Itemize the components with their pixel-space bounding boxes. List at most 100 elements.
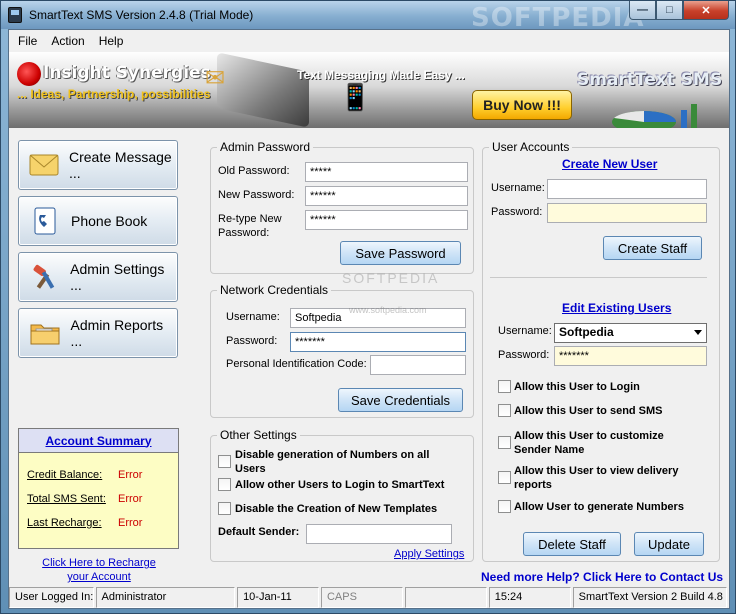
network-password-field[interactable]: ******* [290,332,466,352]
edit-existing-users-link[interactable]: Edit Existing Users [562,301,671,315]
edit-username-label: Username: [498,325,552,337]
minimize-button[interactable]: — [629,1,656,20]
product-name: SmartText SMS [577,70,723,90]
delete-staff-button[interactable]: Delete Staff [523,532,621,556]
new-username-field[interactable] [547,179,707,199]
status-blank [404,587,487,608]
credit-balance-value: Error [118,469,143,481]
disable-templates-checkbox[interactable] [218,502,231,515]
save-credentials-button[interactable]: Save Credentials [338,388,463,412]
create-new-user-link[interactable]: Create New User [562,157,657,171]
dropdown-arrow-icon [694,330,702,335]
status-user: Administrator [95,587,236,608]
allow-other-users-checkbox[interactable] [218,478,231,491]
create-staff-button[interactable]: Create Staff [603,236,702,260]
disable-number-generation-checkbox[interactable] [218,455,231,468]
admin-reports-button[interactable]: Admin Reports ... [18,308,178,358]
folder-reports-icon [29,318,61,348]
company-name: Insight Synergies [43,63,211,83]
mobile-phone-icon: 📱 [339,82,372,112]
total-sms-row: Total SMS Sent: Error [27,493,142,505]
app-window: SmartText SMS Version 2.4.8 (Trial Mode)… [0,0,736,614]
account-summary-panel: Account Summary Credit Balance: Error To… [18,428,179,549]
user-accounts-title: User Accounts [489,140,573,154]
menu-file[interactable]: File [11,34,44,48]
perm-send-sms-checkbox[interactable] [498,404,511,417]
save-password-button[interactable]: Save Password [340,241,461,265]
window-title: SmartText SMS Version 2.4.8 (Trial Mode) [29,8,254,22]
retype-password-field[interactable]: ****** [305,210,468,230]
old-password-field[interactable]: ***** [305,162,468,182]
status-time: 15:24 [488,587,571,608]
user-accounts-group: User Accounts Create New User Username: … [482,140,720,562]
total-sms-label[interactable]: Total SMS Sent: [27,493,118,505]
perm-delivery-reports-checkbox[interactable] [498,471,511,484]
allow-other-users-label: Allow other Users to Login to SmartText [235,479,445,491]
create-message-label: Create Message ... [69,149,172,181]
status-bar: User Logged In: Administrator 10-Jan-11 … [9,587,729,608]
status-version: SmartText Version 2 Build 4.8 [572,587,728,608]
recharge-link-line2[interactable]: your Account [39,570,159,584]
menu-bar: File Action Help [9,30,729,52]
phone-book-label: Phone Book [71,213,148,229]
create-message-button[interactable]: Create Message ... [18,140,178,190]
new-user-password-field[interactable] [547,203,707,223]
new-user-password-label: Password: [491,206,543,218]
status-logged-label: User Logged In: [9,587,94,608]
total-sms-value: Error [118,493,143,505]
old-password-label: Old Password: [218,165,290,177]
edit-username-select[interactable]: Softpedia [554,323,707,343]
last-recharge-row: Last Recharge: Error [27,517,142,529]
other-settings-group: Other Settings Disable generation of Num… [210,428,474,562]
title-bar[interactable]: SmartText SMS Version 2.4.8 (Trial Mode)… [1,1,735,33]
perm-send-sms-label: Allow this User to send SMS [514,405,663,417]
network-credentials-group: Network Credentials Username: Softpedia … [210,283,474,418]
perm-sender-name-checkbox[interactable] [498,436,511,449]
menu-help[interactable]: Help [92,34,131,48]
perm-generate-numbers-checkbox[interactable] [498,500,511,513]
maximize-button[interactable]: □ [656,1,683,20]
envelope-icon [29,150,59,180]
other-settings-title: Other Settings [217,428,300,442]
banner-slogan: Text Messaging Made Easy ... [297,68,465,82]
network-credentials-title: Network Credentials [217,283,332,297]
softpedia-url-watermark: www.softpedia.com [349,305,427,315]
opt1-line1: Disable generation of Numbers on all [235,449,430,461]
perm-login-checkbox[interactable] [498,380,511,393]
last-recharge-label[interactable]: Last Recharge: [27,517,118,529]
perm-sender-name-label: Allow this User to customize Sender Name [514,429,664,457]
edit-password-field[interactable]: ******* [554,346,707,366]
perm4-line2: reports [514,479,552,491]
recharge-account-link[interactable]: Click Here to Recharge your Account [39,556,159,584]
phone-book-button[interactable]: Phone Book [18,196,178,246]
admin-settings-button[interactable]: Admin Settings ... [18,252,178,302]
new-password-field[interactable]: ****** [305,186,468,206]
retype-label-line2: Password: [218,227,270,239]
default-sender-label: Default Sender: [218,526,300,538]
admin-tools-icon [29,262,60,292]
apply-settings-link[interactable]: Apply Settings [394,548,464,560]
credit-balance-label[interactable]: Credit Balance: [27,469,118,481]
update-button[interactable]: Update [634,532,704,556]
menu-action[interactable]: Action [44,34,91,48]
recharge-link-line1[interactable]: Click Here to Recharge [39,556,159,570]
close-button[interactable]: ✕ [683,1,729,20]
new-username-label: Username: [491,182,545,194]
default-sender-field[interactable] [306,524,452,544]
retype-label-line1: Re-type New [218,213,282,225]
admin-password-title: Admin Password [217,140,314,154]
admin-settings-label: Admin Settings ... [70,261,165,293]
company-tagline: ... Ideas, Partnership, possibilities [17,87,211,101]
phone-book-icon [29,206,61,236]
network-password-label: Password: [226,335,278,347]
opt1-line2: Users [235,463,266,475]
disable-templates-label: Disable the Creation of New Templates [235,503,438,515]
envelope-graphic-icon: ✉ [205,65,226,92]
account-summary-link[interactable]: Account Summary [45,434,151,448]
contact-help-link[interactable]: Need more Help? Click Here to Contact Us [481,570,723,584]
pin-field[interactable] [370,355,466,375]
last-recharge-value: Error [118,517,143,529]
perm-generate-numbers-label: Allow User to generate Numbers [514,501,684,513]
buy-now-button[interactable]: Buy Now !!! [472,90,572,120]
edit-password-label: Password: [498,349,550,361]
